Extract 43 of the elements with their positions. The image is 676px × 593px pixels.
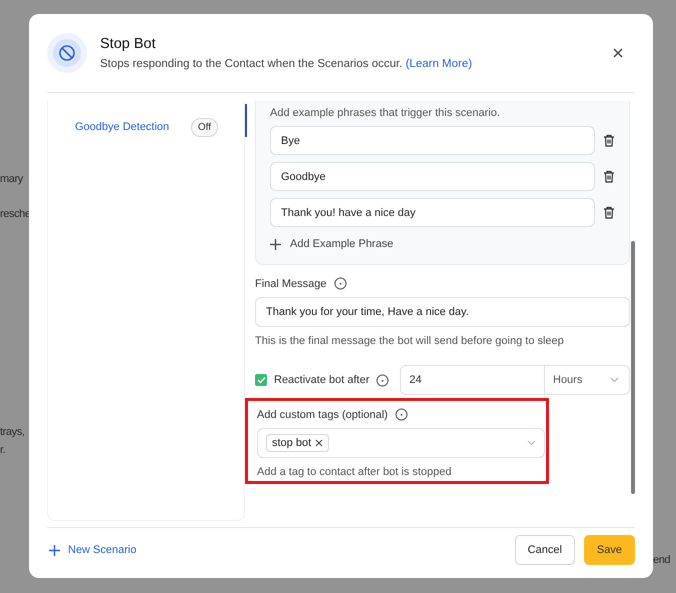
trash-icon[interactable]: [603, 170, 615, 183]
plus-icon: [49, 544, 60, 556]
add-phrase-button[interactable]: Add Example Phrase: [270, 234, 615, 254]
unit-dropdown[interactable]: Hours: [544, 366, 629, 394]
final-message-help: This is the final message the bot will send before going to sleep: [255, 335, 565, 347]
tags-help: Add a tag to contact after bot is stopped: [257, 466, 452, 478]
tags-select[interactable]: stop bot: [257, 428, 545, 458]
phrase-field[interactable]: Goodbye: [270, 162, 595, 191]
scrollbar[interactable]: [631, 241, 635, 494]
info-icon: [394, 408, 408, 421]
reactivate-checkbox[interactable]: [255, 374, 267, 386]
phrase-field[interactable]: Bye: [270, 126, 595, 155]
reactivate-label: Reactivate bot after: [274, 374, 370, 386]
learn-more-link[interactable]: (Learn More): [406, 58, 472, 70]
save-button[interactable]: Save: [584, 535, 635, 565]
chevron-icon: [527, 440, 536, 446]
tag-chip: stop bot: [266, 434, 330, 452]
duration-input[interactable]: 24: [401, 366, 544, 394]
final-message-label: Final Message: [255, 278, 327, 290]
plus-icon: [270, 238, 281, 250]
phrase-field[interactable]: Thank you! have a nice day: [270, 198, 595, 227]
dialog-title: Stop Bot: [100, 36, 157, 52]
background-text: r.: [0, 444, 6, 456]
trash-icon[interactable]: [603, 206, 615, 219]
close-button[interactable]: [611, 46, 625, 60]
stop-icon: [47, 33, 87, 73]
trash-icon[interactable]: [603, 134, 615, 147]
info-icon: [334, 277, 347, 290]
tags-label: Add custom tags (optional): [257, 408, 388, 420]
new-scenario-button[interactable]: New Scenario: [47, 544, 138, 556]
scenario-item[interactable]: Goodbye Detection Off: [48, 115, 244, 139]
dialog-subtitle: Stops responding to the Contact when the Scenarios occur. (Learn More): [100, 58, 474, 70]
cancel-button[interactable]: Cancel: [514, 535, 575, 565]
background-text: resche: [0, 208, 31, 220]
final-message-field[interactable]: Thank you for your time, Have a nice day.: [255, 297, 630, 327]
chevron-icon: [610, 377, 619, 383]
background-text: trays,: [0, 426, 24, 438]
info-icon: [376, 374, 390, 386]
status-pill: Off: [190, 118, 218, 136]
remove-icon[interactable]: [315, 439, 324, 447]
phrases-hint: Add example phrases that trigger this scenario.: [270, 107, 501, 119]
background-text: end: [653, 554, 670, 566]
background-text: mary: [0, 173, 23, 185]
